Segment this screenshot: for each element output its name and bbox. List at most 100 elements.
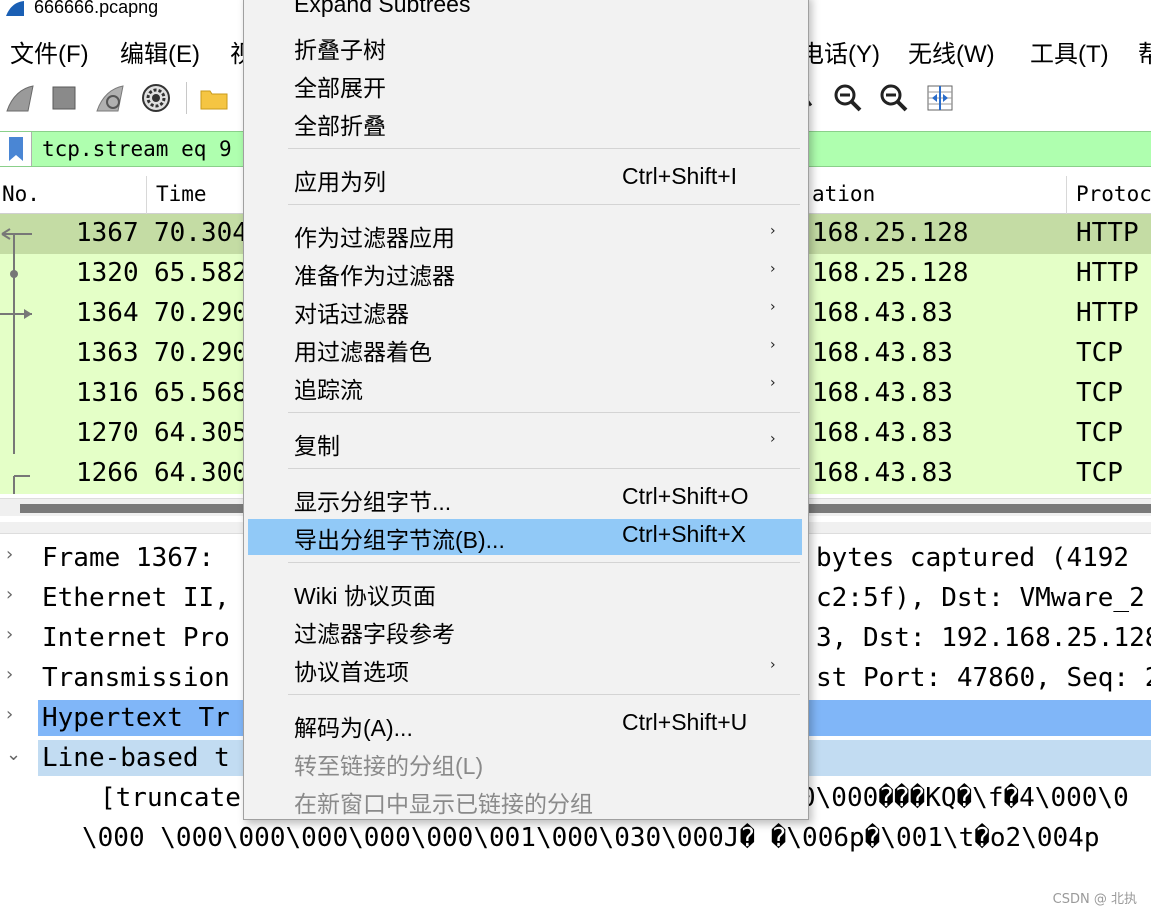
gear-icon bbox=[142, 84, 170, 112]
detail-text: Hypertext Tr bbox=[42, 703, 230, 733]
zoom-out-icon bbox=[880, 84, 908, 112]
packet-time: 64.305 bbox=[154, 418, 248, 448]
column-header-destination[interactable]: ation bbox=[812, 182, 875, 206]
menu-item-collapse-subtrees[interactable]: 折叠子树 bbox=[248, 29, 802, 65]
restart-fin-icon bbox=[96, 85, 124, 112]
column-separator[interactable] bbox=[1066, 176, 1067, 214]
menu-telephony[interactable]: 电话(Y) bbox=[800, 34, 880, 69]
column-header-time[interactable]: Time bbox=[156, 182, 207, 206]
menu-item-prepare-as-filter[interactable]: 准备作为过滤器 › bbox=[248, 255, 802, 291]
watermark: CSDN @ 北执 bbox=[1052, 892, 1137, 907]
menu-item-label: 复制 bbox=[294, 433, 340, 459]
packet-protocol: HTTP bbox=[1076, 258, 1139, 288]
menu-edit[interactable]: 编辑(E) bbox=[120, 34, 200, 69]
shark-fin-start-icon bbox=[6, 85, 34, 112]
zoom-in-button[interactable] bbox=[830, 80, 866, 116]
detail-text: bytes captured (4192 bbox=[816, 543, 1130, 573]
packet-protocol: TCP bbox=[1076, 378, 1123, 408]
menu-item-label: 显示分组字节... bbox=[294, 489, 452, 515]
resize-columns-icon bbox=[927, 85, 953, 111]
packet-no: 1270 bbox=[76, 418, 139, 448]
packet-no: 1320 bbox=[76, 258, 139, 288]
packet-destination: 168.43.83 bbox=[812, 378, 953, 408]
packet-destination: 168.43.83 bbox=[812, 298, 953, 328]
detail-text: c2:5f), Dst: VMware_2 bbox=[816, 583, 1145, 613]
display-filter-input[interactable]: tcp.stream eq 9 bbox=[42, 137, 232, 161]
detail-child-text: \000 \000\000\000\000\000\001\000\030\00… bbox=[82, 823, 1100, 853]
folder-icon bbox=[200, 90, 228, 110]
packet-time: 70.290 bbox=[154, 338, 248, 368]
menu-item-wiki-protocol-page[interactable]: Wiki 协议页面 bbox=[248, 575, 802, 611]
chevron-right-icon[interactable]: › bbox=[6, 624, 13, 645]
menu-separator bbox=[288, 694, 800, 695]
menu-item-protocol-preferences[interactable]: 协议首选项 › bbox=[248, 651, 802, 687]
column-header-no[interactable]: No. bbox=[2, 182, 40, 206]
related-packet-start-icon bbox=[13, 475, 30, 494]
menu-item-shortcut: Ctrl+Shift+I bbox=[622, 163, 738, 189]
menu-item-label: 折叠子树 bbox=[294, 37, 386, 63]
menu-tools[interactable]: 工具(T) bbox=[1030, 34, 1109, 69]
packet-destination: 168.43.83 bbox=[812, 418, 953, 448]
menu-item-label: 解码为(A)... bbox=[294, 715, 413, 741]
related-packet-dot-icon bbox=[10, 254, 18, 294]
detail-text: Line-based t bbox=[42, 743, 230, 773]
packet-destination: 168.25.128 bbox=[812, 258, 969, 288]
menu-item-expand-subtrees[interactable]: Expand Subtrees bbox=[248, 0, 802, 25]
packet-no: 1364 bbox=[76, 298, 139, 328]
menu-item-conversation-filter[interactable]: 对话过滤器 › bbox=[248, 293, 802, 329]
restart-capture-button[interactable] bbox=[92, 80, 128, 116]
chevron-down-icon[interactable]: ⌄ bbox=[6, 744, 21, 765]
packet-destination: 168.25.128 bbox=[812, 218, 969, 248]
chevron-right-icon[interactable]: › bbox=[6, 544, 13, 565]
context-menu: Expand Subtrees 折叠子树 全部展开 全部折叠 应用为列 Ctrl+… bbox=[243, 0, 809, 820]
menu-item-decode-as[interactable]: 解码为(A)... Ctrl+Shift+U bbox=[248, 707, 802, 743]
menu-item-label: 作为过滤器应用 bbox=[294, 225, 455, 251]
menu-item-show-linked-packet-new-window: 在新窗口中显示已链接的分组 bbox=[248, 783, 802, 819]
open-file-button[interactable] bbox=[196, 80, 232, 116]
resize-columns-button[interactable] bbox=[922, 80, 958, 116]
filter-bookmark-button[interactable] bbox=[0, 132, 32, 166]
column-separator[interactable] bbox=[146, 176, 147, 214]
chevron-right-icon: › bbox=[770, 223, 776, 239]
menu-item-show-packet-bytes[interactable]: 显示分组字节... Ctrl+Shift+O bbox=[248, 481, 802, 517]
packet-no: 1367 bbox=[76, 218, 139, 248]
menu-item-label: 转至链接的分组(L) bbox=[294, 753, 484, 779]
menu-item-export-packet-bytes[interactable]: 导出分组字节流(B)... Ctrl+Shift+X bbox=[248, 519, 802, 555]
menu-item-apply-as-column[interactable]: 应用为列 Ctrl+Shift+I bbox=[248, 161, 802, 197]
menu-item-label: 用过滤器着色 bbox=[294, 339, 432, 365]
packet-time: 70.290 bbox=[154, 298, 248, 328]
chevron-right-icon[interactable]: › bbox=[6, 584, 13, 605]
capture-options-button[interactable] bbox=[138, 80, 174, 116]
chevron-right-icon[interactable]: › bbox=[6, 704, 13, 725]
menu-wireless[interactable]: 无线(W) bbox=[908, 34, 995, 69]
detail-text: Transmission bbox=[42, 663, 230, 693]
menu-item-label: 应用为列 bbox=[294, 169, 386, 195]
menu-item-filter-field-reference[interactable]: 过滤器字段参考 bbox=[248, 613, 802, 649]
menu-help[interactable]: 帮 bbox=[1138, 34, 1151, 69]
menu-item-follow-stream[interactable]: 追踪流 › bbox=[248, 369, 802, 405]
menu-item-copy[interactable]: 复制 › bbox=[248, 425, 802, 461]
packet-protocol: TCP bbox=[1076, 418, 1123, 448]
packet-no: 1316 bbox=[76, 378, 139, 408]
start-capture-button[interactable] bbox=[2, 80, 38, 116]
detail-child-text: 0\000���KQ�\f�4\000\0 bbox=[800, 783, 1129, 813]
zoom-out-button[interactable] bbox=[876, 80, 912, 116]
detail-text: Internet Pro bbox=[42, 623, 230, 653]
packet-protocol: HTTP bbox=[1076, 218, 1139, 248]
stop-capture-button[interactable] bbox=[46, 80, 82, 116]
stop-square-icon bbox=[52, 86, 76, 110]
menu-item-colorize-with-filter[interactable]: 用过滤器着色 › bbox=[248, 331, 802, 367]
packet-protocol: TCP bbox=[1076, 338, 1123, 368]
packet-no: 1363 bbox=[76, 338, 139, 368]
related-packet-arrow-icon bbox=[0, 294, 32, 334]
menu-item-expand-all[interactable]: 全部展开 bbox=[248, 67, 802, 103]
menu-item-shortcut: Ctrl+Shift+X bbox=[622, 521, 746, 547]
menu-item-apply-as-filter[interactable]: 作为过滤器应用 › bbox=[248, 217, 802, 253]
column-header-protocol[interactable]: Protoco bbox=[1076, 182, 1151, 206]
chevron-right-icon[interactable]: › bbox=[6, 664, 13, 685]
packet-time: 64.300 bbox=[154, 458, 248, 488]
packet-protocol: TCP bbox=[1076, 458, 1123, 488]
menu-file[interactable]: 文件(F) bbox=[10, 34, 89, 69]
menu-item-collapse-all[interactable]: 全部折叠 bbox=[248, 105, 802, 141]
menu-separator bbox=[288, 412, 800, 413]
